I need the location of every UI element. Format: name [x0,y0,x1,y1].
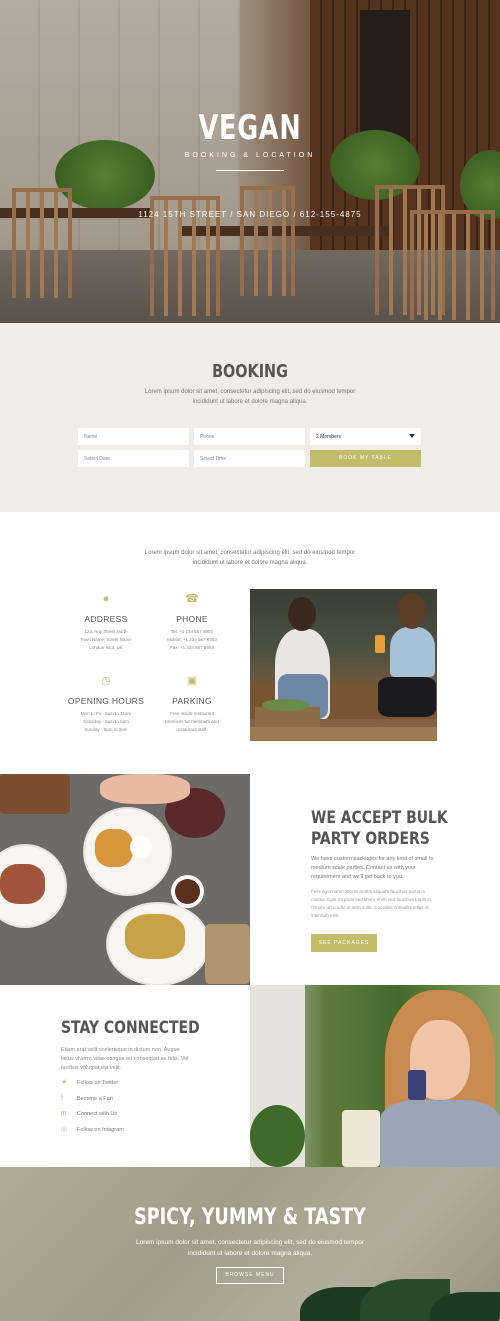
hero-address: 1124 15TH STREET / SAN DIEGO / 612-155-4… [138,210,362,219]
menu-cta-description: Lorem ipsum dolor sit amet, consectetur … [136,1239,364,1257]
bulk-orders-details: Felis eget nunc lobortis mattis aliquam … [311,889,433,918]
cream [130,836,152,858]
foreground-plant [250,1105,305,1167]
bulk-orders-title: WE ACCEPT BULK PARTY ORDERS [311,808,448,849]
browse-menu-button[interactable]: BROWSE MENU [216,1267,284,1284]
linkedin-icon: in [61,1110,67,1117]
napkin [205,924,250,984]
info-description: Lorem ipsum dolor sit amet, consectetur … [144,550,356,566]
parking-text: Free inside restaurant premises for memb… [165,711,219,732]
stay-connected-section: STAY CONNECTED Etiam erat velit sceleris… [0,985,500,1167]
coffee-glass [342,1110,380,1167]
side-dish [0,864,45,904]
hand [100,774,190,804]
social-link-facebook[interactable]: f Become a Fan [61,1094,113,1104]
location-pin-icon: ● [102,593,110,605]
hero-section: VEGAN BOOKING & LOCATION 1124 15TH STREE… [0,0,500,323]
members-select[interactable]: 2 Members [310,428,421,445]
menu-cta-section: SPICY, YUMMY & TASTY Lorem ipsum dolor s… [0,1167,500,1321]
social-link-twitter[interactable]: ★ Follow on Twitter [61,1078,118,1088]
booking-section: BOOKING Lorem ipsum dolor sit amet, cons… [0,323,500,512]
booking-title: BOOKING [212,361,288,382]
address-block: ● ADDRESS 123, Any Street North Town Nam… [56,592,156,652]
phone-heading: PHONE [176,614,208,624]
social-link-label: Follow on Twitter [77,1080,119,1086]
book-table-button[interactable]: BOOK MY TABLE [310,450,421,467]
waffles [95,829,133,867]
person-left-hair [288,597,316,631]
clock-icon: ◷ [101,675,111,687]
table-top [250,727,437,741]
hours-text: Mon to Fri - 8am to 11pm Saturday - 8am … [80,711,132,732]
address-text: 123, Any Street North Town Name, Street … [80,629,132,650]
parking-heading: PARKING [172,696,212,706]
bulk-orders-intro: We have custom packages for any kind of … [311,856,434,880]
succulents [262,699,310,711]
facebook-icon: f [61,1095,63,1102]
hours-heading: OPENING HOURS [67,696,145,706]
see-packages-button[interactable]: SEE PACKAGES [311,934,377,952]
caret-down-icon [409,434,415,438]
address-heading: ADDRESS [84,614,128,624]
person-right [390,627,435,677]
stay-connected-description: Etiam erat velit scelerisque in dictum n… [61,1047,189,1071]
social-link-linkedin[interactable]: in Connect with Us [61,1109,117,1119]
hero-overlay [0,0,500,323]
booking-description: Lorem ipsum dolor sit amet, consectetur … [144,389,356,405]
cutting-board [0,774,70,814]
phone-text: Tel: +1 234 567 8901 Mobile: +1 234 567 … [167,629,217,650]
phone-block: ☎ PHONE Tel: +1 234 567 8901 Mobile: +1 … [142,592,242,652]
members-select-value: 2 Members [316,434,342,440]
woman-shirt [380,1100,500,1167]
hours-block: ◷ OPENING HOURS Mon to Fri - 8am to 11pm… [56,674,156,734]
hero-divider [216,170,284,171]
phone-field[interactable]: Phone [194,428,305,445]
car-icon: ▣ [186,675,198,687]
woman-with-phone-photo [250,985,500,1167]
social-link-label: Connect with Us [77,1111,118,1117]
hero-title: VEGAN [198,108,302,148]
food-table-photo [0,774,250,985]
info-section: Lorem ipsum dolor sit amet, consectetur … [0,512,500,774]
stay-connected-title: STAY CONNECTED [61,1018,200,1038]
date-field[interactable]: Select Date [78,450,189,467]
instagram-icon: ◎ [61,1126,68,1133]
hero-subtitle: BOOKING & LOCATION [184,152,316,159]
twitter-icon: ★ [61,1079,68,1086]
menu-cta-title: SPICY, YUMMY & TASTY [134,1205,366,1230]
social-link-label: Become a Fan [77,1096,113,1102]
person-right-hair [398,593,426,629]
coffee-cup [175,879,200,904]
social-link-instagram[interactable]: ◎ Follow on Intagram [61,1125,124,1135]
bulk-orders-section: WE ACCEPT BULK PARTY ORDERS We have cust… [0,774,500,985]
parking-block: ▣ PARKING Free inside restaurant premise… [142,674,242,734]
person-right-jeans [378,677,436,717]
name-field[interactable]: Name [78,428,189,445]
friends-photo [250,589,437,741]
time-field[interactable]: Select Time [194,450,305,467]
smartphone [408,1070,426,1100]
phone-icon: ☎ [185,593,199,605]
beer-glass [375,635,385,653]
breakfast-food [125,914,185,959]
social-link-label: Follow on Intagram [77,1127,124,1133]
